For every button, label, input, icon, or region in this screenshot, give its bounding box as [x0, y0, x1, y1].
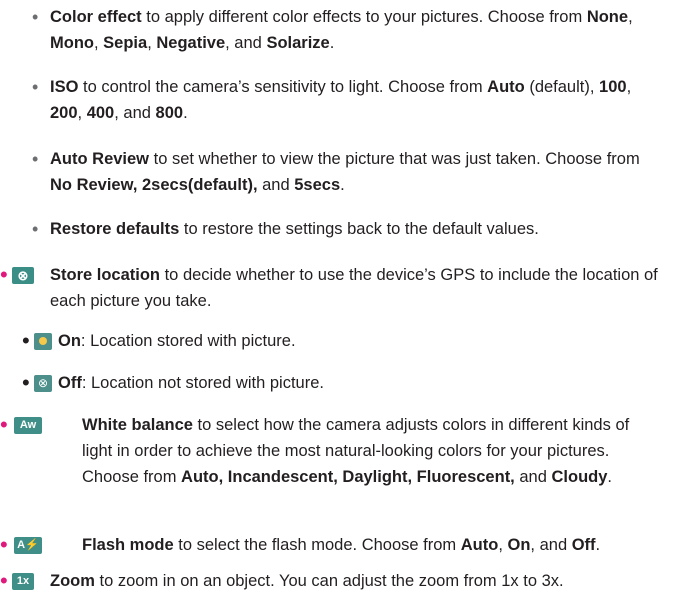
bullet: •: [32, 219, 39, 239]
flash-auto-icon: A⚡: [14, 537, 42, 554]
item-title: Flash mode: [82, 536, 174, 554]
item-title: Auto Review: [50, 150, 150, 168]
bullet: •: [0, 532, 8, 557]
bullet: •: [22, 370, 30, 395]
list-item-white-balance: • Aw White balance to select how the cam…: [0, 412, 630, 486]
item-title: Color effect: [50, 8, 142, 26]
list-item-auto-review: • Auto Review to set whether to view the…: [32, 146, 660, 198]
bullet: •: [32, 149, 39, 169]
list-item-flash-mode: • A⚡ Flash mode to select the flash mode…: [0, 532, 601, 557]
gps-off-icon: ⊗: [34, 375, 52, 392]
list-item-zoom: • 1x Zoom to zoom in on an object. You c…: [0, 568, 564, 593]
list-item-store-location: • ⊗ Store location to decide whether to …: [0, 262, 658, 310]
bullet: •: [0, 412, 8, 437]
white-balance-icon: Aw: [14, 417, 42, 434]
bullet: •: [0, 568, 8, 593]
item-title: Zoom: [50, 572, 95, 590]
bullet: •: [22, 328, 30, 353]
gps-on-icon: [34, 333, 52, 350]
list-item-restore-defaults: • Restore defaults to restore the settin…: [32, 216, 660, 242]
item-title: White balance: [82, 416, 193, 434]
list-item-iso: • ISO to control the camera’s sensitivit…: [32, 74, 660, 126]
sub-item-off: • ⊗ Off: Location not stored with pictur…: [22, 370, 324, 395]
item-title: Store location: [50, 266, 161, 284]
bullet: •: [0, 262, 8, 287]
bullet: •: [32, 77, 39, 97]
item-title: ISO: [50, 78, 79, 96]
item-title: Restore defaults: [50, 220, 180, 238]
gps-off-icon: ⊗: [12, 267, 34, 284]
zoom-icon: 1x: [12, 573, 34, 590]
list-item-color-effect: • Color effect to apply different color …: [32, 4, 660, 56]
sub-item-on: • On: Location stored with picture.: [22, 328, 296, 353]
bullet: •: [32, 7, 39, 27]
